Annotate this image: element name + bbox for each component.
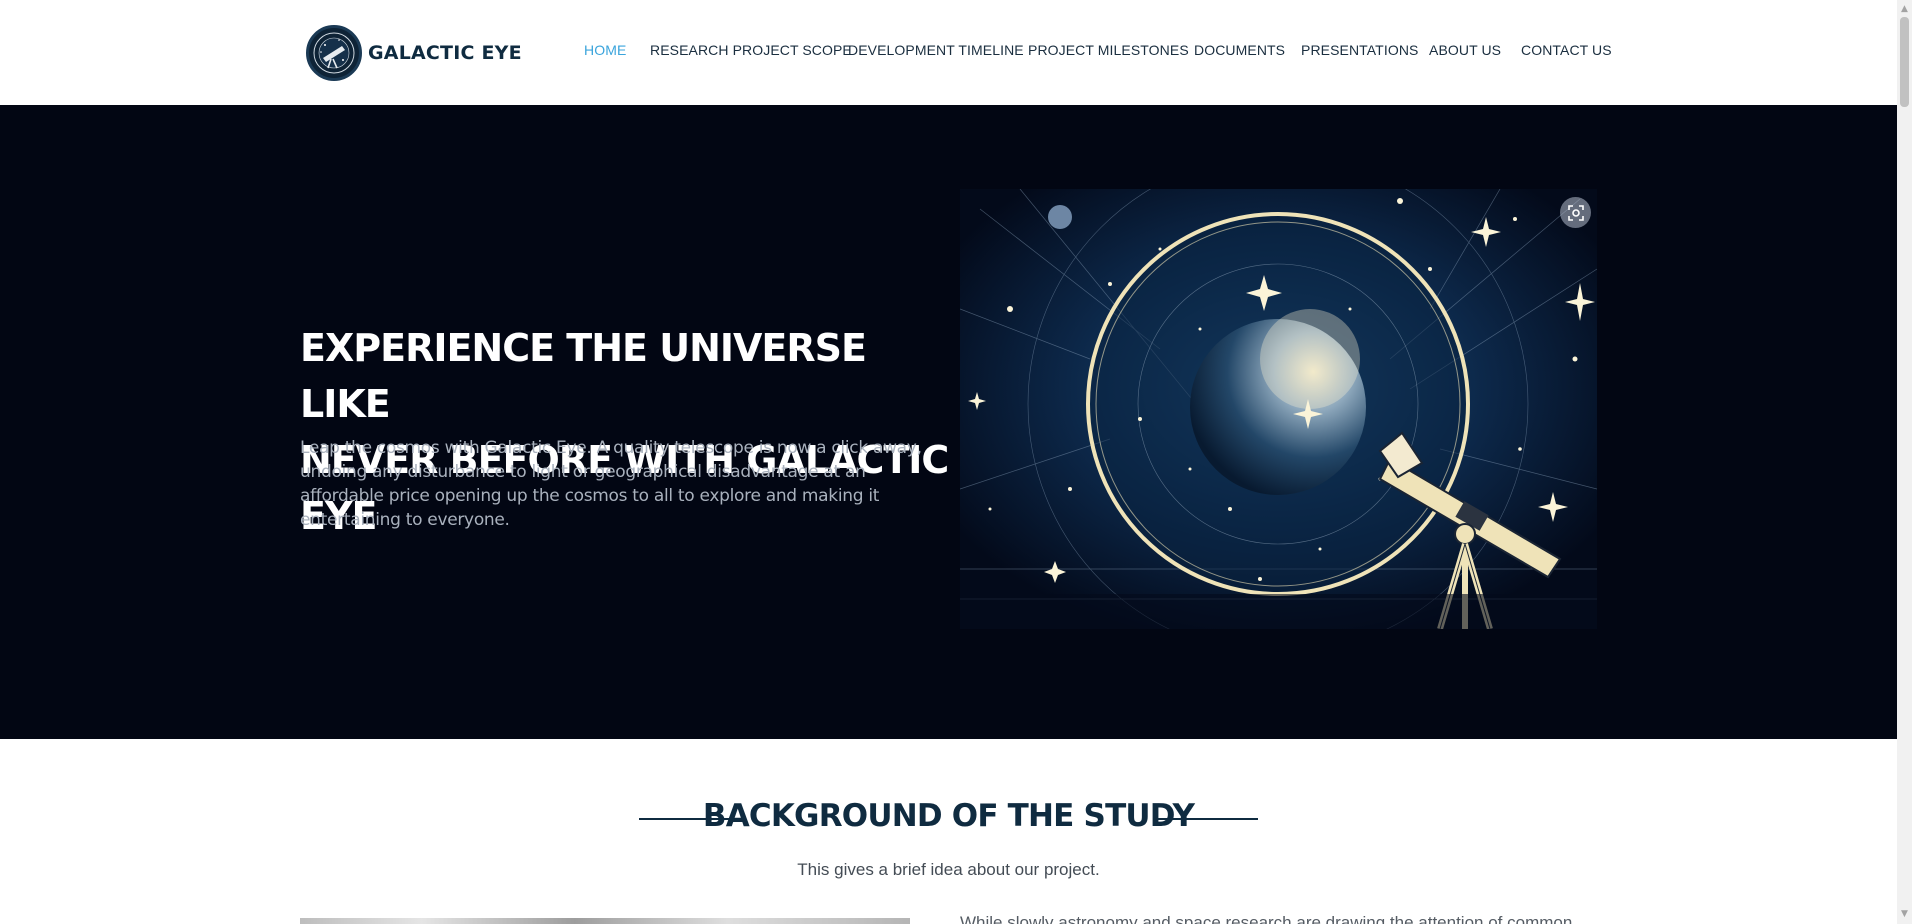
hero-section: EXPERIENCE THE UNIVERSE LIKE NEVER BEFOR… <box>0 105 1897 739</box>
background-body-text: While slowly astronomy and space researc… <box>960 913 1573 924</box>
site-header: GALACTIC EYE HOME RESEARCH PROJECT SCOPE… <box>0 0 1897 105</box>
hero-heading-line-1: EXPERIENCE THE UNIVERSE LIKE <box>300 326 867 426</box>
nav-research-project-scope[interactable]: RESEARCH PROJECT SCOPE <box>650 42 852 58</box>
nav-documents[interactable]: DOCUMENTS <box>1194 42 1285 58</box>
section-title: BACKGROUND OF THE STUDY <box>702 798 1195 834</box>
nav-project-milestones[interactable]: PROJECT MILESTONES <box>1028 42 1189 58</box>
nav-about-us[interactable]: ABOUT US <box>1429 42 1501 58</box>
scroll-up-arrow-icon[interactable]: ▲ <box>1899 3 1910 15</box>
main-nav: HOME RESEARCH PROJECT SCOPE DEVELOPMENT … <box>0 42 1897 62</box>
background-image <box>300 918 910 924</box>
section-title-wrap: BACKGROUND OF THE STUDY <box>0 796 1897 840</box>
nav-contact-us[interactable]: CONTACT US <box>1521 42 1612 58</box>
section-subtitle: This gives a brief idea about our projec… <box>797 860 1100 879</box>
nav-home[interactable]: HOME <box>584 42 626 58</box>
page-scrollbar[interactable]: ▲ ▼ <box>1897 0 1912 924</box>
scroll-down-arrow-icon[interactable]: ▼ <box>1899 908 1910 920</box>
scroll-thumb[interactable] <box>1900 17 1909 107</box>
hero-description: Leap the cosmos with Galactic Eye. A qua… <box>300 438 922 530</box>
title-divider-right <box>1158 818 1258 820</box>
visual-search-icon[interactable] <box>1560 197 1591 228</box>
telescope-globe-illustration <box>960 189 1597 629</box>
nav-development-timeline[interactable]: DEVELOPMENT TIMELINE <box>848 42 1024 58</box>
nav-presentations[interactable]: PRESENTATIONS <box>1301 42 1418 58</box>
